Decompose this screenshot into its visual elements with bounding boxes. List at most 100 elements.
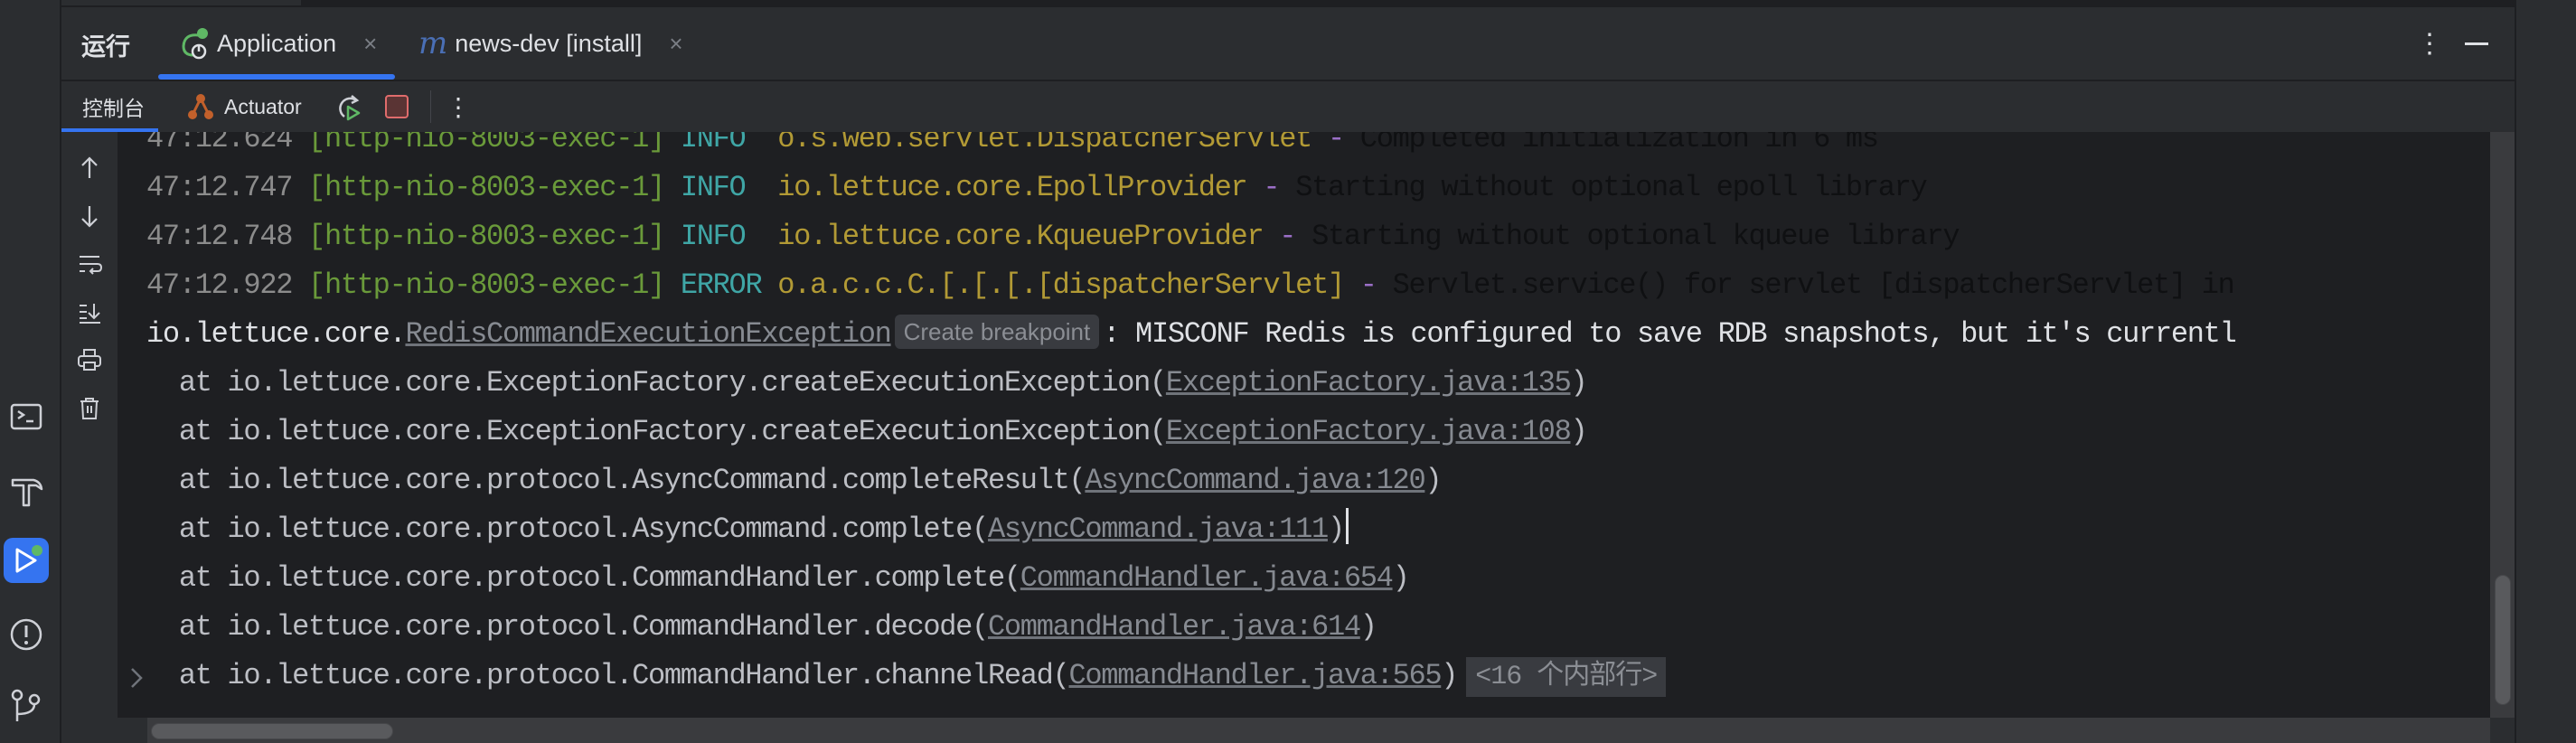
clear-all-button[interactable] <box>73 391 106 424</box>
rerun-button[interactable] <box>333 89 363 125</box>
stack-method: at io.lettuce.core.protocol.AsyncCommand… <box>178 513 989 546</box>
minimize-button[interactable] <box>2458 25 2495 61</box>
log-logger: o.s.web.servlet.DispatcherServlet <box>777 132 1312 155</box>
run-tool-button[interactable] <box>4 538 49 583</box>
log-timestamp: 47:12.747 <box>146 171 293 204</box>
close-tab-icon[interactable]: × <box>363 30 377 58</box>
paren: ) <box>1359 610 1377 644</box>
scroll-to-end-icon <box>80 304 100 324</box>
paren: ) <box>1424 464 1442 497</box>
left-tool-strip <box>0 0 61 743</box>
close-tab-icon[interactable]: × <box>669 30 682 58</box>
log-timestamp: 47:12.624 <box>146 132 293 155</box>
source-link[interactable]: AsyncCommand.java:120 <box>1085 464 1425 497</box>
source-link[interactable]: ExceptionFactory.java:135 <box>1166 366 1572 400</box>
scrollbar-corner <box>2490 718 2515 743</box>
paren: ) <box>1570 415 1588 448</box>
source-link[interactable]: CommandHandler.java:565 <box>1069 659 1443 692</box>
stack-frame: at io.lettuce.core.protocol.CommandHandl… <box>146 554 1410 603</box>
maven-icon: m <box>418 25 448 61</box>
print-button[interactable] <box>73 343 106 376</box>
log-level: ERROR <box>680 268 763 302</box>
stack-frame: at io.lettuce.core.ExceptionFactory.crea… <box>146 408 1588 456</box>
tab-actuator[interactable]: Actuator <box>186 89 302 125</box>
stack-frame: at io.lettuce.core.protocol.AsyncCommand… <box>146 505 1349 554</box>
scroll-down-button[interactable] <box>73 200 106 232</box>
log-timestamp: 47:12.922 <box>146 268 293 302</box>
exception-message: : MISCONF Redis is configured to save RD… <box>1103 317 2237 351</box>
log-level: INFO <box>680 132 762 155</box>
soft-wrap-button[interactable] <box>73 248 106 280</box>
run-panel-title: 运行 <box>81 33 130 61</box>
build-tool-button[interactable] <box>4 468 49 513</box>
log-level: INFO <box>680 171 762 204</box>
log-thread: [http-nio-8003-exec-1] <box>308 268 665 302</box>
exception-class-link[interactable]: RedisCommandExecutionException <box>405 317 891 351</box>
create-breakpoint-inlay[interactable]: Create breakpoint <box>894 315 1100 349</box>
log-message: Starting without optional kqueue library <box>1312 220 1960 253</box>
arrow-up-icon <box>81 156 98 178</box>
stop-icon <box>385 95 409 118</box>
tab-console[interactable]: 控制台 <box>82 89 145 125</box>
stop-button[interactable] <box>385 89 409 125</box>
problems-tool-button[interactable] <box>4 612 49 657</box>
scroll-to-end-button[interactable] <box>73 296 106 328</box>
stack-frame: at io.lettuce.core.protocol.CommandHandl… <box>146 603 1377 652</box>
git-tool-button[interactable] <box>4 682 49 728</box>
trash-icon <box>80 398 99 419</box>
actuator-icon <box>188 94 213 119</box>
horizontal-scrollbar[interactable] <box>147 718 2490 743</box>
paren: ) <box>1570 366 1588 400</box>
hammer-icon <box>11 478 43 507</box>
vertical-scroll-thumb[interactable] <box>2495 575 2511 705</box>
vertical-scrollbar[interactable] <box>2490 132 2515 718</box>
console-tab-label: 控制台 <box>82 97 145 120</box>
paren: ) <box>1327 513 1345 546</box>
tab-label: news-dev [install] <box>455 29 643 57</box>
stack-frame: at io.lettuce.core.ExceptionFactory.crea… <box>146 359 1588 408</box>
source-link[interactable]: ExceptionFactory.java:108 <box>1166 415 1572 448</box>
soft-wrap-icon <box>80 256 103 275</box>
log-thread: [http-nio-8003-exec-1] <box>308 220 665 253</box>
more-actions-icon[interactable]: ⋮ <box>446 89 471 125</box>
folded-internal-lines[interactable]: <16 个内部行> <box>1466 657 1667 697</box>
text-caret <box>1345 508 1349 544</box>
editor-edge <box>61 0 2515 7</box>
console-output[interactable]: 47:12.624 [http-nio-8003-exec-1] INFO o.… <box>118 132 2490 718</box>
expand-fold-icon[interactable] <box>123 660 150 696</box>
rerun-icon <box>339 95 361 121</box>
paren: ) <box>1392 561 1410 595</box>
exception-line: io.lettuce.core.RedisCommandExecutionExc… <box>146 310 2237 359</box>
exception-package: io.lettuce.core. <box>146 317 407 351</box>
actuator-tab-label: Actuator <box>224 94 302 118</box>
more-options-icon[interactable]: ⋮ <box>2411 25 2448 61</box>
tab-label: Application <box>217 29 337 57</box>
log-message: Starting without optional epoll library <box>1295 171 1928 204</box>
source-link[interactable]: CommandHandler.java:614 <box>988 610 1361 644</box>
source-link[interactable]: CommandHandler.java:654 <box>1020 561 1394 595</box>
tab-application[interactable]: Application × <box>179 24 377 63</box>
log-timestamp: 47:12.748 <box>146 220 293 253</box>
console-toolbar: 控制台 Actuator ⋮ <box>61 81 2515 132</box>
active-tab-indicator <box>158 74 395 80</box>
log-line: 47:12.748 [http-nio-8003-exec-1] INFO io… <box>146 220 1960 253</box>
run-tab-bar: 运行 Application × m news-dev [install] × … <box>61 7 2515 81</box>
problems-icon <box>10 618 42 651</box>
log-logger: o.a.c.c.C.[.[.[.[dispatcherServlet] <box>777 268 1345 302</box>
log-logger: io.lettuce.core.EpollProvider <box>777 171 1248 204</box>
scroll-up-button[interactable] <box>73 152 106 184</box>
run-icon <box>15 545 42 573</box>
printer-icon <box>78 349 101 371</box>
log-level: INFO <box>680 220 762 253</box>
stack-frame: at io.lettuce.core.protocol.AsyncCommand… <box>146 456 1443 505</box>
paren: ) <box>1441 659 1458 692</box>
log-line: 47:12.922 [http-nio-8003-exec-1] ERROR o… <box>146 268 2235 302</box>
log-line: 47:12.747 [http-nio-8003-exec-1] INFO io… <box>146 171 1928 204</box>
source-link[interactable]: AsyncCommand.java:111 <box>988 513 1329 546</box>
horizontal-scroll-thumb[interactable] <box>151 723 393 739</box>
terminal-tool-button[interactable] <box>4 394 49 439</box>
tab-news-dev-install[interactable]: m news-dev [install] × <box>418 24 683 63</box>
log-message: Servlet.service() for servlet [dispatche… <box>1392 268 2235 302</box>
arrow-down-icon <box>81 206 98 228</box>
git-branch-icon <box>11 689 41 721</box>
